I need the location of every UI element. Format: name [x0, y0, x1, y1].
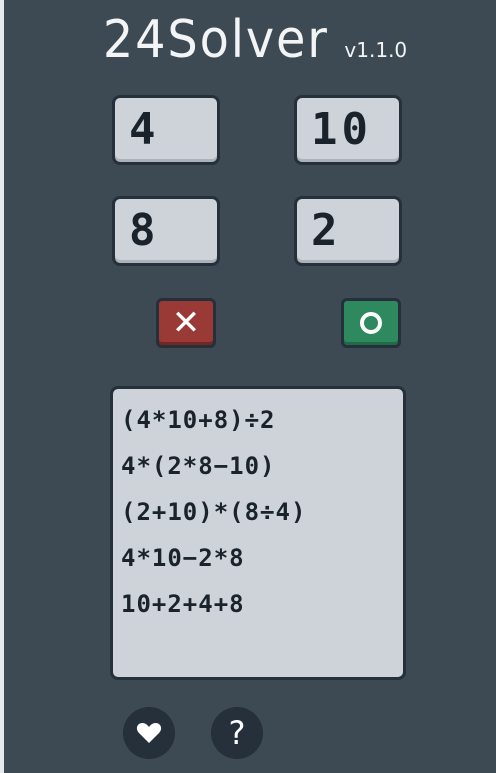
circle-icon [360, 312, 382, 334]
help-button[interactable]: ? [211, 707, 263, 759]
solution-item: 4*(2*8−10) [121, 452, 276, 480]
app-window: 24Solver v1.1.0 4 10 8 2 ✕ (4*10+8)÷2 4*(… [4, 0, 496, 773]
clear-button[interactable]: ✕ [156, 298, 216, 348]
solve-button[interactable] [341, 298, 401, 348]
close-icon: ✕ [171, 303, 201, 343]
solution-item: 4*10−2*8 [121, 544, 245, 572]
solutions-panel: (4*10+8)÷2 4*(2*8−10) (2+10)*(8÷4) 4*10−… [110, 386, 406, 680]
app-title: 24Solver [102, 10, 329, 70]
help-icon: ? [228, 714, 246, 752]
number-input-1[interactable]: 4 [112, 95, 220, 165]
solution-item: (2+10)*(8÷4) [121, 498, 307, 526]
number-input-3[interactable]: 8 [112, 196, 220, 266]
heart-icon [136, 723, 162, 743]
solution-item: (4*10+8)÷2 [121, 406, 276, 434]
number-input-4[interactable]: 2 [294, 196, 402, 266]
number-input-2[interactable]: 10 [294, 95, 402, 165]
app-header: 24Solver v1.1.0 [4, 10, 496, 70]
solution-item: 10+2+4+8 [121, 590, 245, 618]
like-button[interactable] [123, 707, 175, 759]
app-version: v1.1.0 [344, 38, 408, 62]
